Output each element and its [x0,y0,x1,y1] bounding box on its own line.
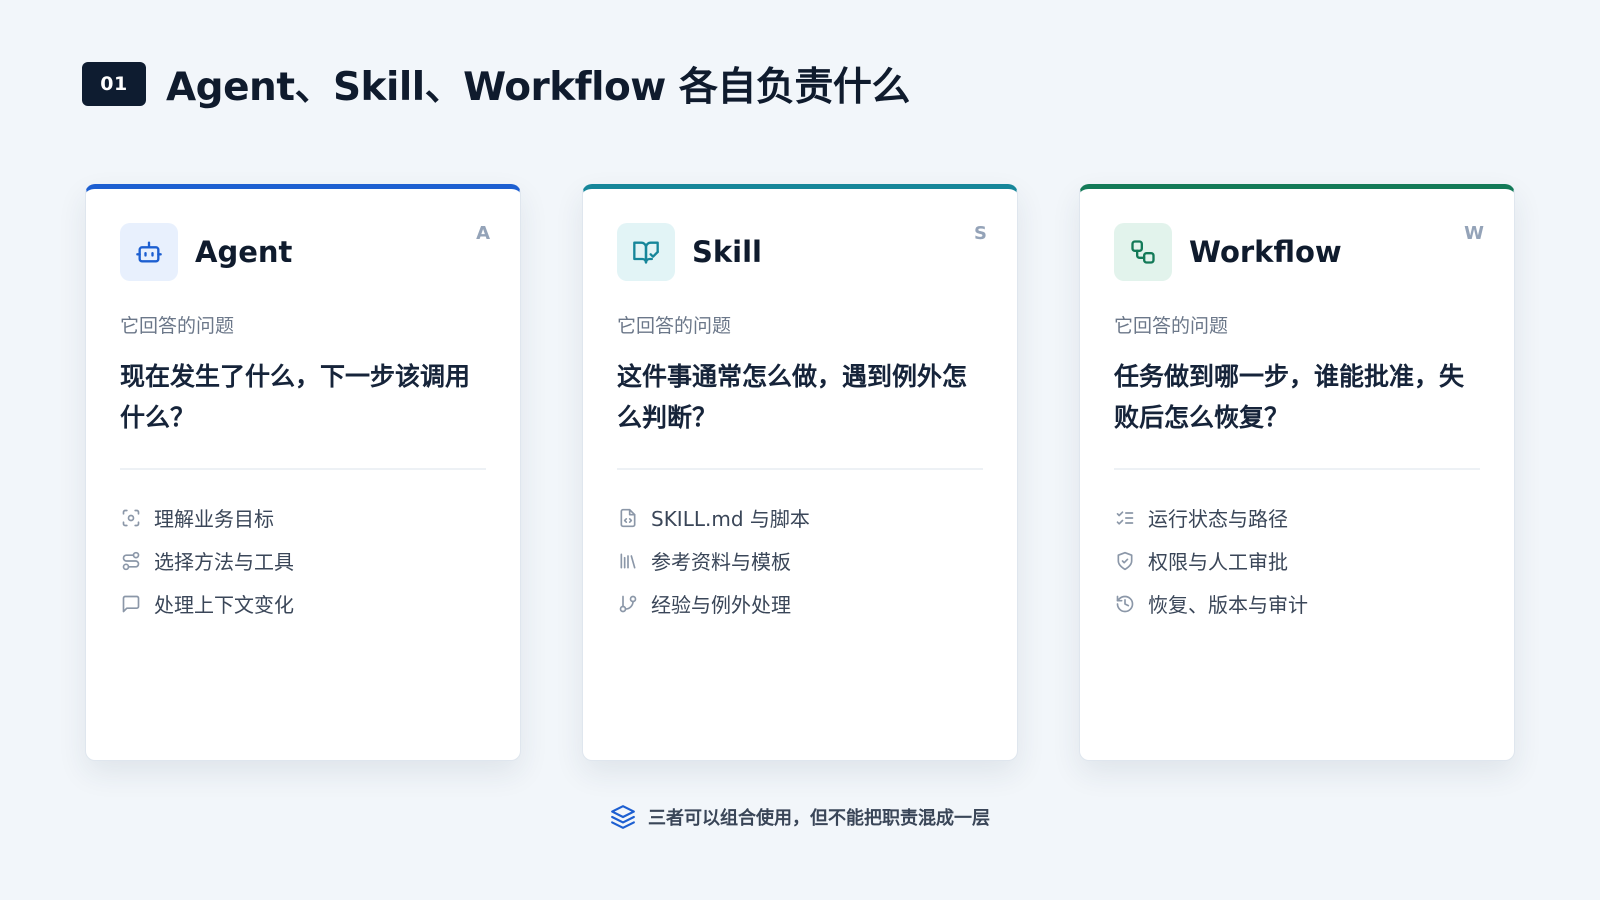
list-item: 恢复、版本与审计 [1114,582,1480,625]
scan-target-icon [120,507,142,529]
list-item-label: SKILL.md 与脚本 [651,507,810,531]
list-item: 权限与人工审批 [1114,539,1480,582]
list-item-label: 经验与例外处理 [651,593,791,617]
robot-icon [120,223,178,281]
workflow-icon [1114,223,1172,281]
list-item-label: 选择方法与工具 [154,550,294,574]
slide-header: 01 Agent、Skill、Workflow 各自负责什么 [82,56,910,112]
card-agent: A Agent 它回答的问题 现在发生了什么，下一步该调用什么？ 理解业务目标 … [85,184,521,761]
message-square-icon [120,593,142,615]
library-icon [617,550,639,572]
card-corner-letter: A [476,223,490,244]
cards-row: A Agent 它回答的问题 现在发生了什么，下一步该调用什么？ 理解业务目标 … [85,184,1515,761]
list-item-label: 参考资料与模板 [651,550,791,574]
list-item: 理解业务目标 [120,496,486,539]
card-skill: S Skill 它回答的问题 这件事通常怎么做，遇到例外怎么判断？ SKILL.… [582,184,1018,761]
card-title: Workflow [1189,235,1342,269]
list-item-label: 处理上下文变化 [154,593,294,617]
question-text: 现在发生了什么，下一步该调用什么？ [120,362,471,432]
list-item: 处理上下文变化 [120,582,486,625]
card-header: Workflow [1114,223,1480,281]
divider [120,468,486,470]
footer-text: 三者可以组合使用，但不能把职责混成一层 [648,808,990,829]
feature-list: 运行状态与路径 权限与人工审批 恢复、版本与审计 [1114,496,1480,625]
divider [1114,468,1480,470]
list-item-label: 理解业务目标 [154,507,274,531]
route-icon [120,550,142,572]
list-item-label: 恢复、版本与审计 [1148,593,1308,617]
list-item: 参考资料与模板 [617,539,983,582]
card-title: Agent [195,235,293,269]
question-label: 它回答的问题 [617,315,732,337]
card-header: Agent [120,223,486,281]
layers-icon [610,804,636,830]
question-label: 它回答的问题 [120,315,235,337]
history-icon [1114,593,1136,615]
list-item: 经验与例外处理 [617,582,983,625]
list-item: 运行状态与路径 [1114,496,1480,539]
feature-list: 理解业务目标 选择方法与工具 处理上下文变化 [120,496,486,625]
slide: 01 Agent、Skill、Workflow 各自负责什么 A Agent 它… [0,0,1600,900]
card-corner-letter: W [1464,223,1484,244]
question-text: 这件事通常怎么做，遇到例外怎么判断？ [617,362,968,432]
list-item: SKILL.md 与脚本 [617,496,983,539]
divider [617,468,983,470]
card-corner-letter: S [974,223,987,244]
shield-check-icon [1114,550,1136,572]
git-branch-icon [617,593,639,615]
question-text: 任务做到哪一步，谁能批准，失败后怎么恢复？ [1114,362,1465,432]
section-number-badge: 01 [82,62,146,106]
list-item: 选择方法与工具 [120,539,486,582]
page-title: Agent、Skill、Workflow 各自负责什么 [166,65,910,110]
list-checks-icon [1114,507,1136,529]
card-title: Skill [692,235,762,269]
card-header: Skill [617,223,983,281]
card-workflow: W Workflow 它回答的问题 任务做到哪一步，谁能批准，失败后怎么恢复？ [1079,184,1515,761]
footer-note: 三者可以组合使用，但不能把职责混成一层 [0,804,1600,830]
list-item-label: 权限与人工审批 [1148,550,1288,574]
book-check-icon [617,223,675,281]
list-item-label: 运行状态与路径 [1148,507,1288,531]
question-label: 它回答的问题 [1114,315,1229,337]
file-code-icon [617,507,639,529]
feature-list: SKILL.md 与脚本 参考资料与模板 经验与例外处理 [617,496,983,625]
